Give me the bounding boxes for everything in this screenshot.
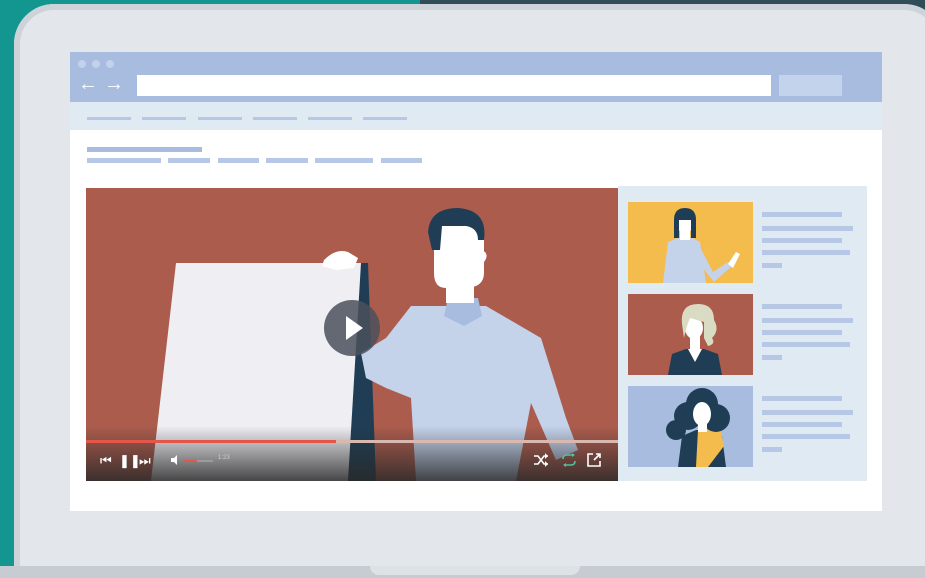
- breadcrumb-placeholder[interactable]: [218, 158, 259, 163]
- browser-chrome: ← →: [70, 52, 882, 102]
- page-title-placeholder: [87, 147, 202, 152]
- playlist-meta-placeholder: [762, 434, 850, 439]
- go-button[interactable]: [779, 75, 842, 96]
- playlist-meta-placeholder: [762, 410, 853, 415]
- playlist-meta-placeholder: [762, 422, 842, 427]
- skip-forward-icon[interactable]: ⏭: [139, 454, 151, 468]
- tab-6[interactable]: [363, 117, 407, 120]
- playlist-title-placeholder[interactable]: [762, 304, 842, 309]
- play-icon[interactable]: [324, 300, 380, 356]
- playlist-meta-placeholder: [762, 355, 782, 360]
- playlist-meta-placeholder: [762, 226, 853, 231]
- presenter-hand: [322, 251, 358, 270]
- minimize-dot[interactable]: [92, 60, 100, 68]
- playlist-meta-placeholder: [762, 342, 850, 347]
- volume-icon[interactable]: [170, 455, 180, 465]
- breadcrumb-placeholder[interactable]: [87, 158, 161, 163]
- close-dot[interactable]: [78, 60, 86, 68]
- playlist-meta-placeholder: [762, 263, 782, 268]
- tab-2[interactable]: [142, 117, 186, 120]
- tab-5[interactable]: [308, 117, 352, 120]
- back-arrow-icon[interactable]: ←: [78, 74, 98, 94]
- playlist-meta-placeholder: [762, 238, 842, 243]
- laptop-notch: [370, 566, 580, 575]
- progress-fill[interactable]: [86, 440, 337, 443]
- browser-window: ← → ⏮ ❚❚ ⏭ 1:23: [70, 52, 882, 511]
- playlist-meta-placeholder: [762, 318, 853, 323]
- address-bar[interactable]: [137, 75, 771, 96]
- shuffle-icon[interactable]: [533, 453, 549, 467]
- breadcrumb-placeholder[interactable]: [315, 158, 373, 163]
- playlist-title-placeholder[interactable]: [762, 396, 842, 401]
- tab-bar: [70, 102, 882, 130]
- skip-back-icon[interactable]: ⏮: [100, 454, 112, 468]
- maximize-dot[interactable]: [106, 60, 114, 68]
- tab-1[interactable]: [87, 117, 131, 120]
- woman-curly-hair-illustration: [666, 388, 730, 467]
- breadcrumb-placeholder[interactable]: [381, 158, 422, 163]
- playlist-sidebar: [618, 186, 867, 481]
- playlist-thumbnail[interactable]: [628, 294, 753, 375]
- breadcrumb-placeholder[interactable]: [168, 158, 210, 163]
- playlist-meta-placeholder: [762, 330, 842, 335]
- tab-4[interactable]: [253, 117, 297, 120]
- repeat-icon[interactable]: [560, 453, 578, 467]
- playlist-thumbnail[interactable]: [628, 202, 753, 283]
- breadcrumb-placeholder[interactable]: [266, 158, 308, 163]
- volume-fill[interactable]: [183, 460, 197, 462]
- tab-3[interactable]: [198, 117, 242, 120]
- playlist-thumbnail[interactable]: [628, 386, 753, 467]
- time-display: 1:23: [218, 455, 230, 461]
- playlist-meta-placeholder: [762, 250, 850, 255]
- forward-arrow-icon[interactable]: →: [104, 74, 124, 94]
- woman-waving-illustration: [663, 208, 740, 283]
- playlist-meta-placeholder: [762, 447, 782, 452]
- video-player[interactable]: ⏮ ❚❚ ⏭ 1:23: [86, 188, 618, 481]
- woman-blonde-illustration: [668, 304, 722, 375]
- playlist-title-placeholder[interactable]: [762, 212, 842, 217]
- pause-icon[interactable]: ❚❚: [119, 454, 141, 468]
- external-link-icon[interactable]: [586, 452, 602, 468]
